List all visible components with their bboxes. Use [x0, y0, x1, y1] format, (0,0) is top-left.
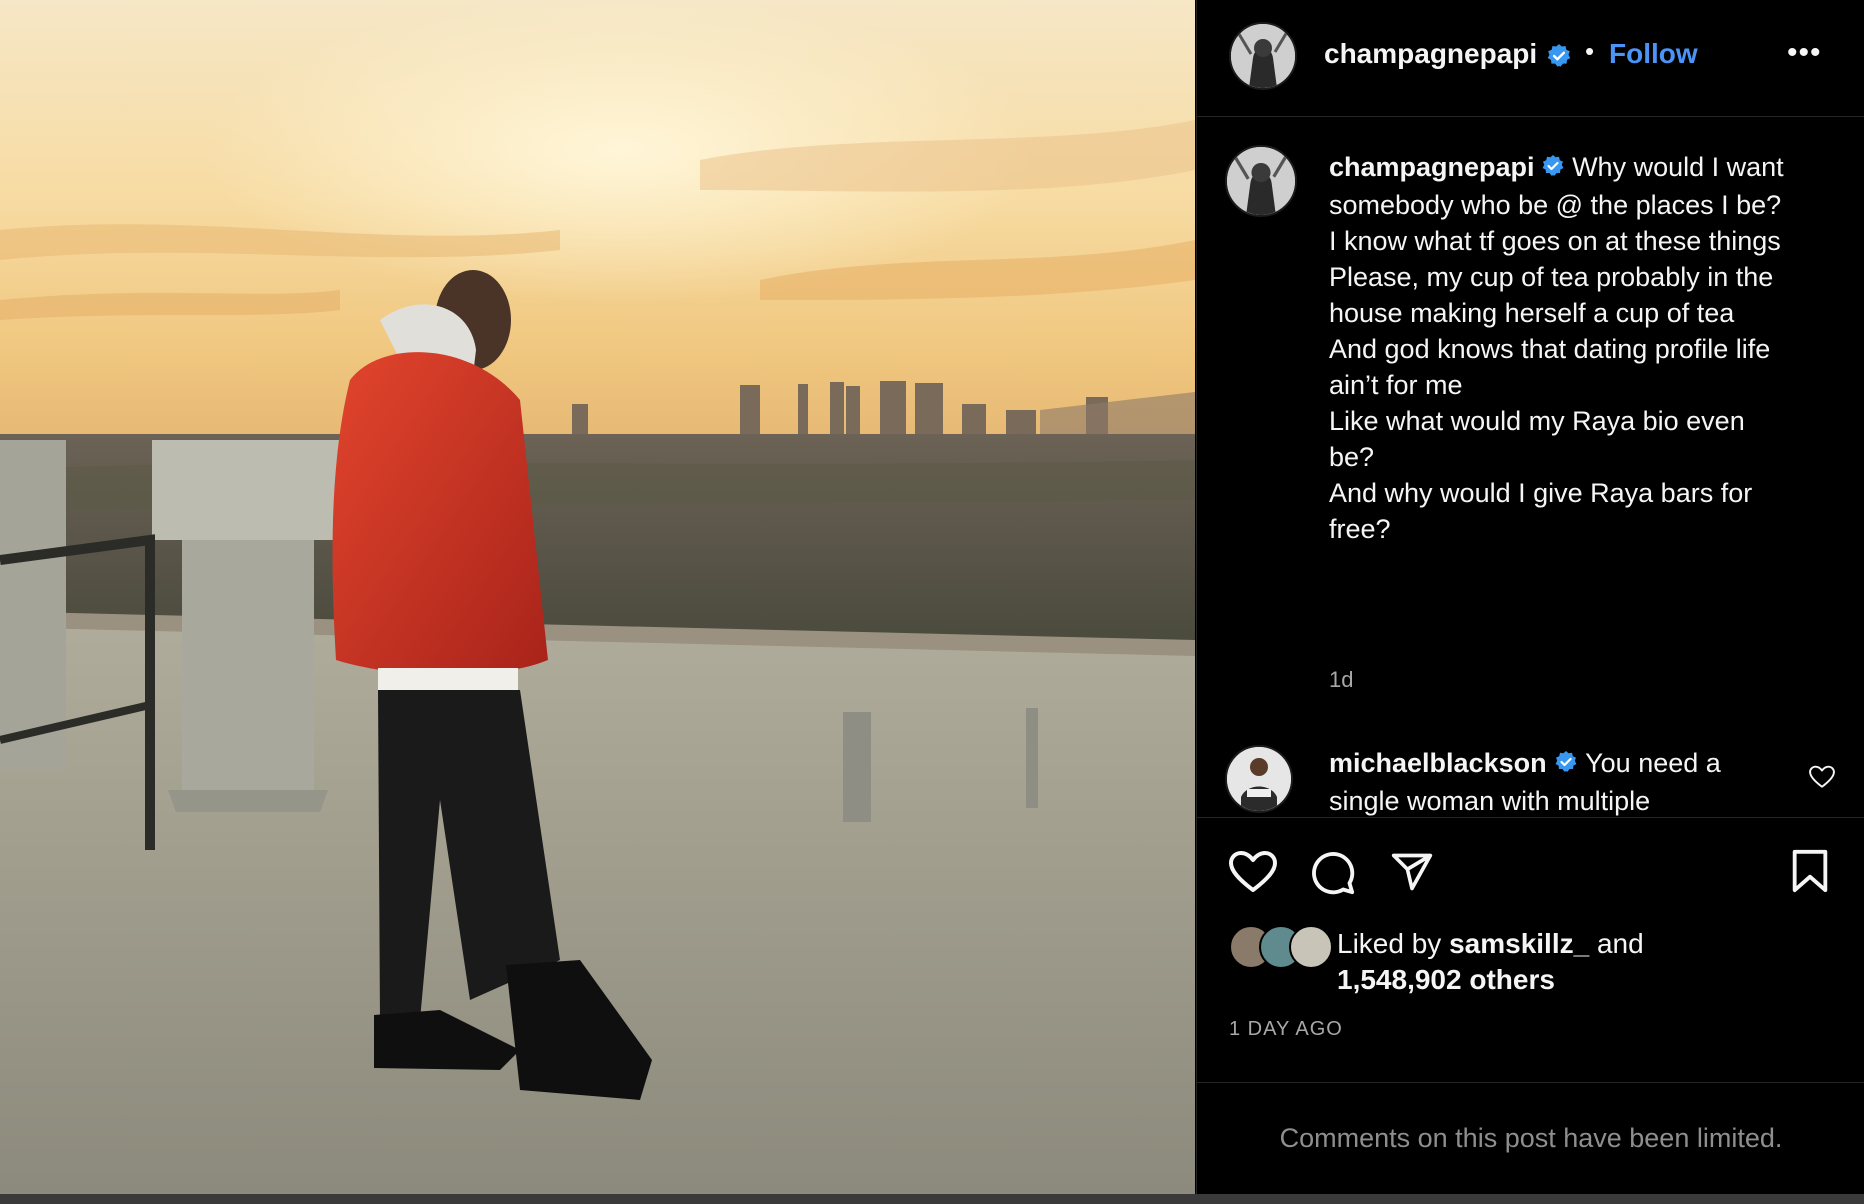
- post-modal: champagnepapi • Follow ••• champagnepapi…: [0, 0, 1864, 1194]
- caption-author-avatar[interactable]: [1225, 145, 1297, 217]
- caption-time-ago[interactable]: 1d: [1329, 667, 1353, 693]
- caption-text: Why would I want somebody who be @ the p…: [1329, 152, 1784, 544]
- likes-connector: and: [1596, 928, 1644, 959]
- post-side-panel: champagnepapi • Follow ••• champagnepapi…: [1196, 0, 1864, 1194]
- likes-summary: Liked by samskillz_ and 1,548,902 others: [1337, 926, 1644, 998]
- follow-button[interactable]: Follow: [1609, 38, 1698, 70]
- comment-like-heart-icon[interactable]: [1809, 765, 1835, 789]
- likes-prefix: Liked by: [1337, 928, 1442, 959]
- comments-limited-text: Comments on this post have been limited.: [1279, 1123, 1783, 1153]
- bookmark-icon[interactable]: [1789, 848, 1831, 899]
- post-photo[interactable]: [0, 0, 1195, 1194]
- like-heart-icon[interactable]: [1229, 850, 1277, 899]
- comment-icon[interactable]: [1309, 850, 1357, 901]
- post-date[interactable]: 1 DAY AGO: [1229, 1018, 1343, 1041]
- author-username[interactable]: champagnepapi: [1324, 38, 1537, 70]
- liker-avatar: [1289, 925, 1333, 969]
- more-options-icon[interactable]: •••: [1787, 35, 1827, 71]
- separator-dot: •: [1585, 36, 1595, 66]
- commenter-avatar[interactable]: [1225, 745, 1293, 813]
- post-header: champagnepapi • Follow •••: [1197, 0, 1864, 117]
- post-caption: champagnepapi Why would I want somebody …: [1329, 149, 1789, 547]
- comment-item: michaelblackson You need a single woman …: [1329, 745, 1759, 817]
- photo-illustration: [0, 0, 1195, 1194]
- window-bottom-edge: [0, 1194, 1864, 1204]
- caption-author-username[interactable]: champagnepapi: [1329, 152, 1535, 182]
- liked-by-avatars[interactable]: [1229, 925, 1333, 969]
- verified-badge-icon: [1554, 747, 1578, 783]
- share-icon[interactable]: [1389, 850, 1435, 899]
- likes-count[interactable]: 1,548,902 others: [1337, 964, 1555, 995]
- comments-limited-notice: Comments on this post have been limited.: [1197, 1082, 1864, 1195]
- commenter-username[interactable]: michaelblackson: [1329, 748, 1547, 778]
- comments-scroll-area[interactable]: champagnepapi Why would I want somebody …: [1197, 117, 1864, 817]
- author-avatar[interactable]: [1229, 22, 1297, 90]
- liker-username[interactable]: samskillz_: [1449, 928, 1589, 959]
- verified-badge-icon: [1546, 43, 1572, 74]
- post-actions: Liked by samskillz_ and 1,548,902 others…: [1197, 817, 1864, 1194]
- verified-badge-icon: [1541, 151, 1565, 187]
